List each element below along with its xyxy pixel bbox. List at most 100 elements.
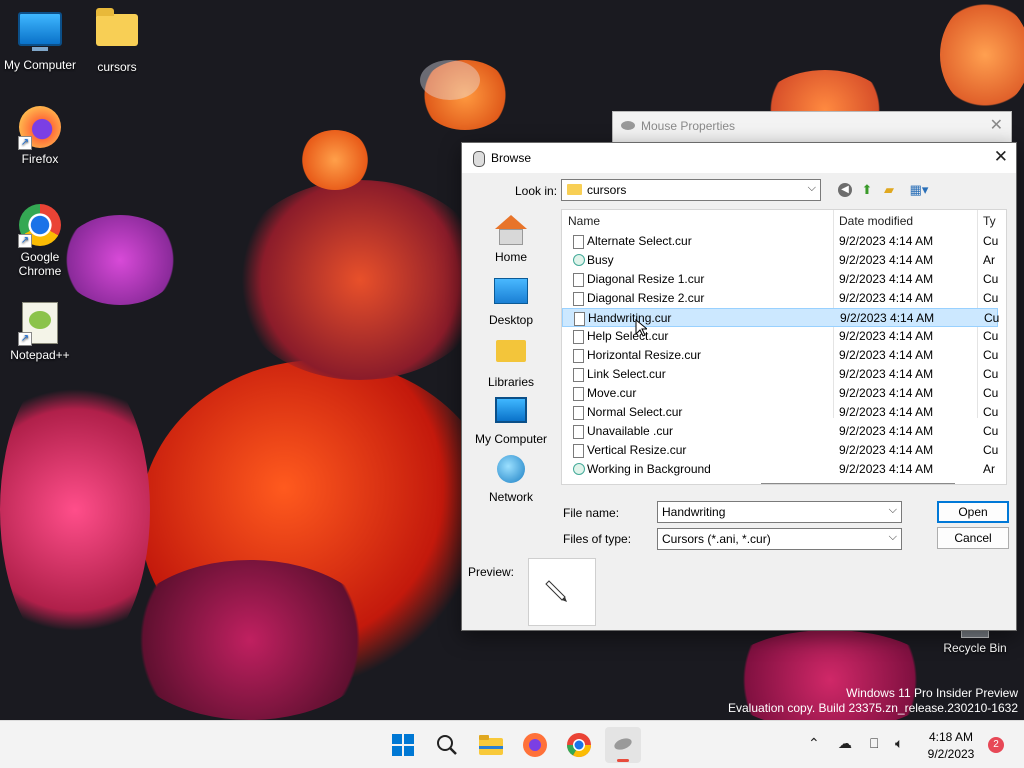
file-row[interactable]: Normal Select.cur 9/2/2023 4:14 AM Cu <box>562 403 998 422</box>
dialog-title: Browse <box>491 151 532 165</box>
watermark-line1: Windows 11 Pro Insider Preview <box>846 686 1018 700</box>
monitor-icon <box>494 397 528 429</box>
file-row[interactable]: Vertical Resize.cur 9/2/2023 4:14 AM Cu <box>562 441 998 460</box>
cancel-button[interactable]: Cancel <box>937 527 1009 549</box>
chevron-up-icon[interactable]: ⌃ <box>808 735 820 752</box>
desktop-icon-notepadpp[interactable]: ↗ Notepad++ <box>0 302 80 362</box>
file-date: 9/2/2023 4:14 AM <box>839 234 934 248</box>
file-name-field[interactable]: Handwriting ⌵ <box>657 501 902 523</box>
network-icon[interactable]: ⎕ <box>870 735 878 752</box>
file-type: Cu <box>983 386 999 400</box>
dialog-titlebar[interactable]: Browse ✕ <box>462 143 1016 173</box>
place-label: Home <box>494 250 527 264</box>
file-row[interactable]: Link Select.cur 9/2/2023 4:14 AM Cu <box>562 365 998 384</box>
folder-icon <box>96 8 138 46</box>
file-icon <box>573 444 584 458</box>
file-name-label: File name: <box>563 506 620 520</box>
file-icon <box>573 273 584 287</box>
view-menu-icon[interactable]: ▦▾ <box>906 181 932 199</box>
file-name: Working in Background <box>587 462 711 476</box>
volume-icon[interactable]: 🔈︎ <box>895 735 903 752</box>
desktop-icon-cursors[interactable]: cursors <box>77 8 157 74</box>
file-row[interactable]: Working in Background 9/2/2023 4:14 AM Ar <box>562 460 998 479</box>
file-explorer-icon[interactable] <box>477 731 505 759</box>
mouse-properties-taskbar-button[interactable] <box>605 727 641 763</box>
file-row[interactable]: Help Select.cur 9/2/2023 4:14 AM Cu <box>562 327 998 346</box>
file-type: Cu <box>983 405 999 419</box>
horizontal-scrollbar[interactable] <box>761 483 955 484</box>
new-folder-icon[interactable]: ▰ <box>880 181 898 199</box>
file-icon <box>574 312 585 326</box>
desktop-icon-label: Recycle Bin <box>943 641 1007 655</box>
file-type: Cu <box>983 367 999 381</box>
file-type: Cu <box>983 443 999 457</box>
firefox-icon[interactable] <box>521 731 549 759</box>
onedrive-icon[interactable]: ☁ <box>838 735 852 752</box>
place-label: My Computer <box>474 432 548 446</box>
file-row[interactable]: Busy 9/2/2023 4:14 AM Ar <box>562 251 998 270</box>
file-icon <box>573 235 584 249</box>
file-date: 9/2/2023 4:14 AM <box>839 386 934 400</box>
place-my-computer[interactable]: My Computer <box>468 395 554 446</box>
place-label: Libraries <box>487 375 535 389</box>
file-icon <box>573 387 584 401</box>
file-name: Help Select.cur <box>587 329 669 343</box>
mouse-properties-title: Mouse Properties <box>641 119 736 133</box>
file-date: 9/2/2023 4:14 AM <box>839 291 934 305</box>
file-type-select[interactable]: Cursors (*.ani, *.cur) ⌵ <box>657 528 902 550</box>
file-row[interactable]: Unavailable .cur 9/2/2023 4:14 AM Cu <box>562 422 998 441</box>
file-type: Cu <box>983 329 999 343</box>
file-date: 9/2/2023 4:14 AM <box>839 367 934 381</box>
column-header-name[interactable]: Name <box>568 210 600 232</box>
file-row[interactable]: Diagonal Resize 1.cur 9/2/2023 4:14 AM Cu <box>562 270 998 289</box>
column-header-date[interactable]: Date modified <box>839 210 913 232</box>
place-home[interactable]: Home <box>468 215 554 264</box>
look-in-label: Look in: <box>515 184 558 198</box>
folder-icon <box>567 184 582 195</box>
column-header-type[interactable]: Ty <box>983 210 996 232</box>
file-type-label: Files of type: <box>563 532 632 546</box>
look-in-dropdown[interactable]: cursors ⌵ <box>561 179 821 201</box>
file-name: Diagonal Resize 2.cur <box>587 291 705 305</box>
file-name: Handwriting.cur <box>588 311 672 325</box>
notification-badge[interactable]: 2 <box>988 737 1004 753</box>
place-libraries[interactable]: Libraries <box>468 335 554 389</box>
file-name: Link Select.cur <box>587 367 666 381</box>
file-name-value: Handwriting <box>662 505 726 519</box>
mouse-icon <box>473 151 485 167</box>
desktop-icon-firefox[interactable]: ↗ Firefox <box>0 106 80 166</box>
file-row[interactable]: Diagonal Resize 2.cur 9/2/2023 4:14 AM Cu <box>562 289 998 308</box>
chevron-down-icon: ⌵ <box>888 531 897 543</box>
file-type: Cu <box>983 234 999 248</box>
open-button[interactable]: Open <box>937 501 1009 523</box>
file-date: 9/2/2023 4:14 AM <box>839 272 934 286</box>
file-row[interactable]: Move.cur 9/2/2023 4:14 AM Cu <box>562 384 998 403</box>
start-icon[interactable] <box>389 731 417 759</box>
desktop-icon-label: Notepad++ <box>10 348 70 362</box>
file-row[interactable]: Alternate Select.cur 9/2/2023 4:14 AM Cu <box>562 232 998 251</box>
taskbar: ⌃ ☁ ⎕ 🔈︎ 4:18 AM 9/2/2023 2 <box>0 720 1024 768</box>
desktop-icon-chrome[interactable]: ↗ Google Chrome <box>0 204 80 278</box>
file-type-value: Cursors (*.ani, *.cur) <box>662 532 771 546</box>
libraries-icon <box>494 340 528 372</box>
file-list[interactable]: Name ⌃ Date modified Ty Alternate Select… <box>561 209 1007 485</box>
close-icon[interactable]: ✕ <box>994 147 1008 167</box>
clock[interactable]: 4:18 AM 9/2/2023 <box>916 729 986 763</box>
place-desktop[interactable]: Desktop <box>468 275 554 327</box>
close-icon[interactable]: ✕ <box>990 112 1003 140</box>
desktop-icon <box>494 278 528 310</box>
chevron-down-icon: ⌵ <box>807 182 816 194</box>
file-name: Busy <box>587 253 614 267</box>
file-row-selected[interactable]: Handwriting.cur 9/2/2023 4:14 AM Cu <box>562 308 999 327</box>
search-icon[interactable] <box>433 731 461 759</box>
back-icon[interactable]: ◀ <box>836 181 854 199</box>
file-row[interactable]: Horizontal Resize.cur 9/2/2023 4:14 AM Cu <box>562 346 998 365</box>
desktop-icon-label: cursors <box>97 60 137 74</box>
place-network[interactable]: Network <box>468 455 554 504</box>
chrome-icon[interactable] <box>565 731 593 759</box>
desktop-icon-my-computer[interactable]: My Computer <box>0 8 80 72</box>
preview-label: Preview: <box>468 565 515 579</box>
up-folder-icon[interactable]: ⬆ <box>858 181 876 199</box>
file-icon <box>573 368 584 382</box>
desktop-icon-label: My Computer <box>3 58 77 72</box>
